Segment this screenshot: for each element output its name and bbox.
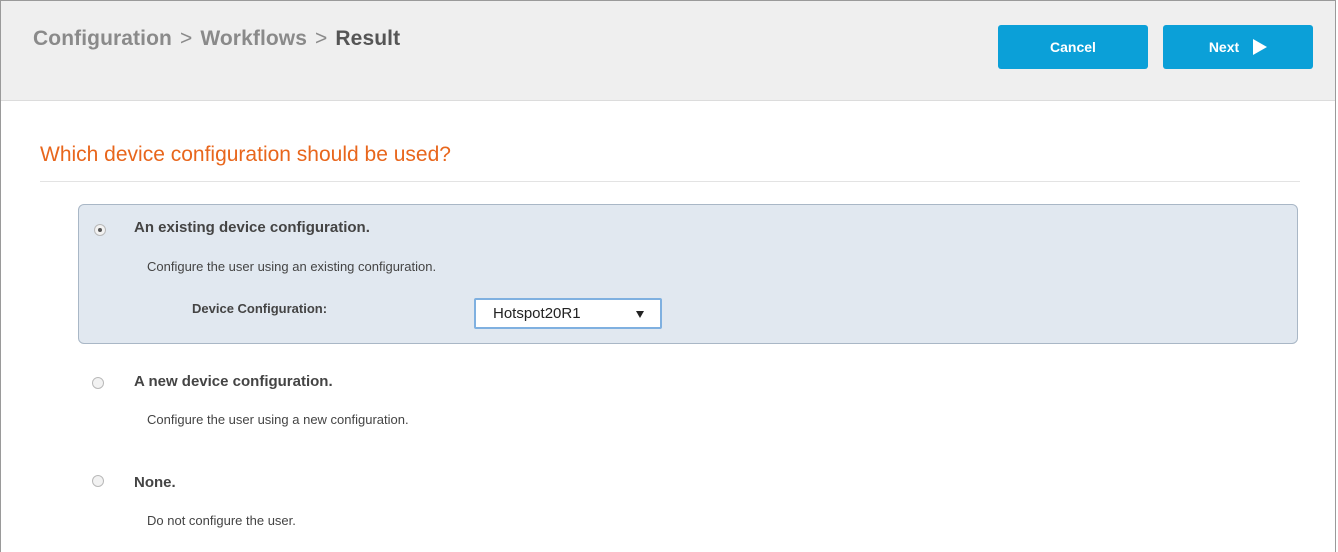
option-existing-description: Configure the user using an existing con… xyxy=(147,259,437,274)
breadcrumb-workflows[interactable]: Workflows xyxy=(200,27,307,50)
next-button-label: Next xyxy=(1208,39,1240,55)
cancel-button-label: Cancel xyxy=(1050,39,1096,55)
breadcrumb-separator: > xyxy=(179,27,193,50)
page-header: Configuration > Workflows > Result Cancel Ne… xyxy=(1,1,1335,101)
option-new-label[interactable]: A new device configuration. xyxy=(134,373,333,390)
page-question: Which device configuration should be use… xyxy=(40,143,451,166)
device-configuration-label: Device Configuration: xyxy=(192,301,328,316)
cancel-button[interactable]: Cancel xyxy=(998,25,1148,69)
option-new-description: Configure the user using a new configura… xyxy=(147,412,409,427)
next-button[interactable]: Next xyxy=(1163,25,1313,69)
caret-down-icon xyxy=(636,311,644,318)
option-none-label[interactable]: None. xyxy=(134,474,176,491)
device-configuration-value: Hotspot20R1 xyxy=(493,305,581,322)
breadcrumb-separator: > xyxy=(315,27,328,50)
divider xyxy=(40,181,1300,182)
option-existing-label[interactable]: An existing device configuration. xyxy=(134,219,370,236)
breadcrumb: Configuration > Workflows > Result xyxy=(33,27,400,51)
breadcrumb-current: Result xyxy=(335,27,401,50)
radio-new-config[interactable] xyxy=(92,377,104,389)
radio-existing-config[interactable] xyxy=(94,224,106,236)
radio-none[interactable] xyxy=(92,475,104,487)
device-configuration-select[interactable]: Hotspot20R1 xyxy=(474,298,662,329)
option-none-description: Do not configure the user. xyxy=(147,513,296,528)
breadcrumb-configuration[interactable]: Configuration xyxy=(33,27,172,50)
play-arrow-icon xyxy=(1253,39,1268,55)
